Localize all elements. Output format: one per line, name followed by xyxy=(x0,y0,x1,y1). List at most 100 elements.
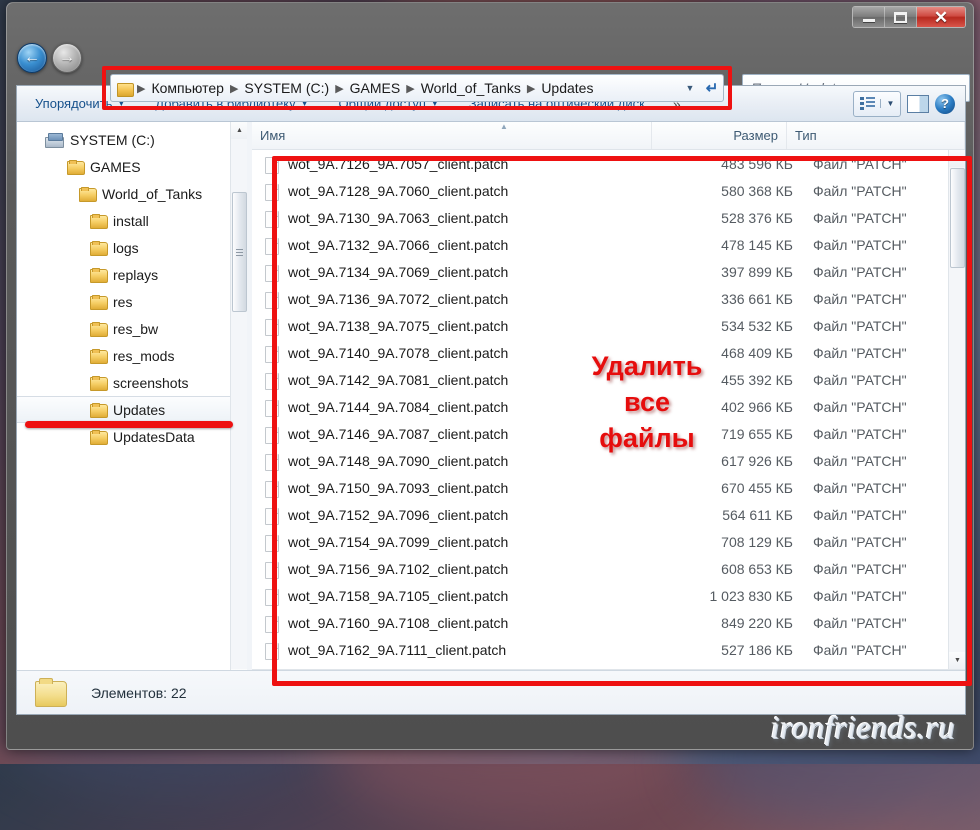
file-icon xyxy=(265,372,279,388)
table-row[interactable]: wot_9A.7160_9A.7108_client.patch849 220 … xyxy=(252,609,948,636)
file-name-cell: wot_9A.7154_9A.7099_client.patch xyxy=(288,534,673,550)
table-row[interactable]: wot_9A.7162_9A.7111_client.patch527 186 … xyxy=(252,636,948,663)
forward-arrow-icon: → xyxy=(53,44,81,72)
navigation-row: ← → ▶Компьютер▶SYSTEM (C:)▶GAMES▶World_o… xyxy=(7,33,973,85)
title-bar[interactable]: ✕ xyxy=(7,3,973,33)
table-row[interactable]: wot_9A.7128_9A.7060_client.patch580 368 … xyxy=(252,177,948,204)
navpane-scroll-thumb[interactable] xyxy=(232,192,247,312)
table-row[interactable]: wot_9A.7154_9A.7099_client.patch708 129 … xyxy=(252,528,948,555)
table-row[interactable]: wot_9A.7148_9A.7090_client.patch617 926 … xyxy=(252,447,948,474)
breadcrumb-separator-icon: ▶ xyxy=(403,82,417,95)
file-icon xyxy=(265,615,279,631)
help-button[interactable]: ? xyxy=(935,94,955,114)
drive-icon xyxy=(45,133,64,147)
sidebar-item-games[interactable]: GAMES xyxy=(17,153,247,180)
scroll-down-button[interactable]: ▼ xyxy=(949,652,965,669)
file-type-cell: Файл "PATCH" xyxy=(793,345,907,361)
address-dropdown-button[interactable]: ▼ xyxy=(679,83,701,93)
table-row[interactable]: wot_9A.7130_9A.7063_client.patch528 376 … xyxy=(252,204,948,231)
file-icon xyxy=(265,507,279,523)
preview-pane-button[interactable] xyxy=(907,95,929,113)
sidebar-item-updates[interactable]: Updates xyxy=(17,396,247,423)
file-name-cell: wot_9A.7162_9A.7111_client.patch xyxy=(288,642,673,658)
file-type-cell: Файл "PATCH" xyxy=(793,534,907,550)
change-view-button[interactable]: ▼ xyxy=(853,91,901,117)
table-row[interactable]: wot_9A.7140_9A.7078_client.patch468 409 … xyxy=(252,339,948,366)
file-size-cell: 534 532 КБ xyxy=(673,318,793,334)
breadcrumb-item-system-c[interactable]: SYSTEM (C:) xyxy=(241,80,332,96)
file-type-cell: Файл "PATCH" xyxy=(793,615,907,631)
sidebar-item-world-of-tanks[interactable]: World_of_Tanks xyxy=(17,180,247,207)
file-icon xyxy=(265,642,279,658)
table-row[interactable]: wot_9A.7150_9A.7093_client.patch670 455 … xyxy=(252,474,948,501)
file-icon xyxy=(265,291,279,307)
filelist-scroll-thumb[interactable] xyxy=(950,168,965,268)
table-row[interactable]: wot_9A.7132_9A.7066_client.patch478 145 … xyxy=(252,231,948,258)
file-icon xyxy=(265,561,279,577)
breadcrumb-item-games[interactable]: GAMES xyxy=(347,80,404,96)
file-size-cell: 528 376 КБ xyxy=(673,210,793,226)
table-row[interactable]: wot_9A.7144_9A.7084_client.patch402 966 … xyxy=(252,393,948,420)
column-header-name[interactable]: Имя xyxy=(252,122,652,149)
column-header-row: Имя Размер Тип ▲ xyxy=(252,122,965,150)
sidebar-item-res-bw[interactable]: res_bw xyxy=(17,315,247,342)
breadcrumb-item-[interactable]: Компьютер xyxy=(148,80,226,96)
file-size-cell: 402 966 КБ xyxy=(673,399,793,415)
column-header-size[interactable]: Размер xyxy=(652,122,787,149)
file-name-cell: wot_9A.7136_9A.7072_client.patch xyxy=(288,291,673,307)
file-name-cell: wot_9A.7126_9A.7057_client.patch xyxy=(288,156,673,172)
table-row[interactable]: wot_9A.7136_9A.7072_client.patch336 661 … xyxy=(252,285,948,312)
navpane-scrollbar[interactable]: ▲ ▼ xyxy=(230,122,247,686)
filelist-vertical-scrollbar[interactable]: ▲ ▼ xyxy=(948,150,965,669)
file-name-cell: wot_9A.7134_9A.7069_client.patch xyxy=(288,264,673,280)
sidebar-item-replays[interactable]: replays xyxy=(17,261,247,288)
sidebar-item-res[interactable]: res xyxy=(17,288,247,315)
breadcrumb: ▶Компьютер▶SYSTEM (C:)▶GAMES▶World_of_Ta… xyxy=(134,80,679,96)
sidebar-item-label: Updates xyxy=(113,402,165,418)
file-name-cell: wot_9A.7156_9A.7102_client.patch xyxy=(288,561,673,577)
table-row[interactable]: wot_9A.7126_9A.7057_client.patch483 596 … xyxy=(252,150,948,177)
forward-button[interactable]: → xyxy=(52,43,82,73)
column-header-type[interactable]: Тип xyxy=(787,122,965,149)
close-button[interactable]: ✕ xyxy=(917,7,965,27)
status-bar: Элементов: 22 xyxy=(17,670,965,714)
sidebar-item-install[interactable]: install xyxy=(17,207,247,234)
file-type-cell: Файл "PATCH" xyxy=(793,399,907,415)
table-row[interactable]: wot_9A.7134_9A.7069_client.patch397 899 … xyxy=(252,258,948,285)
file-name-cell: wot_9A.7138_9A.7075_client.patch xyxy=(288,318,673,334)
table-row[interactable]: wot_9A.7152_9A.7096_client.patch564 611 … xyxy=(252,501,948,528)
maximize-icon xyxy=(894,12,907,23)
scroll-up-button[interactable]: ▲ xyxy=(949,150,965,167)
updates-highlight-underline xyxy=(25,421,233,428)
sidebar-item-screenshots[interactable]: screenshots xyxy=(17,369,247,396)
maximize-button[interactable] xyxy=(885,7,917,27)
minimize-button[interactable] xyxy=(853,7,885,27)
back-button[interactable]: ← xyxy=(17,43,47,73)
folder-icon xyxy=(90,214,107,228)
table-row[interactable]: wot_9A.7138_9A.7075_client.patch534 532 … xyxy=(252,312,948,339)
file-type-cell: Файл "PATCH" xyxy=(793,318,907,334)
toolbar-button-label: Упорядочить xyxy=(35,96,112,111)
folder-icon xyxy=(79,187,96,201)
table-row[interactable]: wot_9A.7156_9A.7102_client.patch608 653 … xyxy=(252,555,948,582)
file-icon xyxy=(265,345,279,361)
file-size-cell: 670 455 КБ xyxy=(673,480,793,496)
sidebar-item-logs[interactable]: logs xyxy=(17,234,247,261)
table-row[interactable]: wot_9A.7146_9A.7087_client.patch719 655 … xyxy=(252,420,948,447)
table-row[interactable]: wot_9A.7142_9A.7081_client.patch455 392 … xyxy=(252,366,948,393)
folder-icon xyxy=(90,376,107,390)
view-dropdown-button[interactable]: ▼ xyxy=(880,99,900,108)
address-bar[interactable]: ▶Компьютер▶SYSTEM (C:)▶GAMES▶World_of_Ta… xyxy=(110,74,724,102)
breadcrumb-separator-icon: ▶ xyxy=(227,82,241,95)
item-count-label: Элементов: 22 xyxy=(91,685,187,701)
file-list-pane: Имя Размер Тип ▲ wot_9A.7126_9A.7057_cli… xyxy=(252,122,965,686)
file-type-cell: Файл "PATCH" xyxy=(793,183,907,199)
breadcrumb-item-updates[interactable]: Updates xyxy=(538,80,596,96)
file-name-cell: wot_9A.7130_9A.7063_client.patch xyxy=(288,210,673,226)
refresh-button[interactable]: ↵ xyxy=(701,79,723,97)
breadcrumb-item-world-of-tanks[interactable]: World_of_Tanks xyxy=(418,80,524,96)
sidebar-item-res-mods[interactable]: res_mods xyxy=(17,342,247,369)
scroll-up-button[interactable]: ▲ xyxy=(231,122,247,139)
table-row[interactable]: wot_9A.7158_9A.7105_client.patch1 023 83… xyxy=(252,582,948,609)
sidebar-item-system-c[interactable]: SYSTEM (C:) xyxy=(17,126,247,153)
